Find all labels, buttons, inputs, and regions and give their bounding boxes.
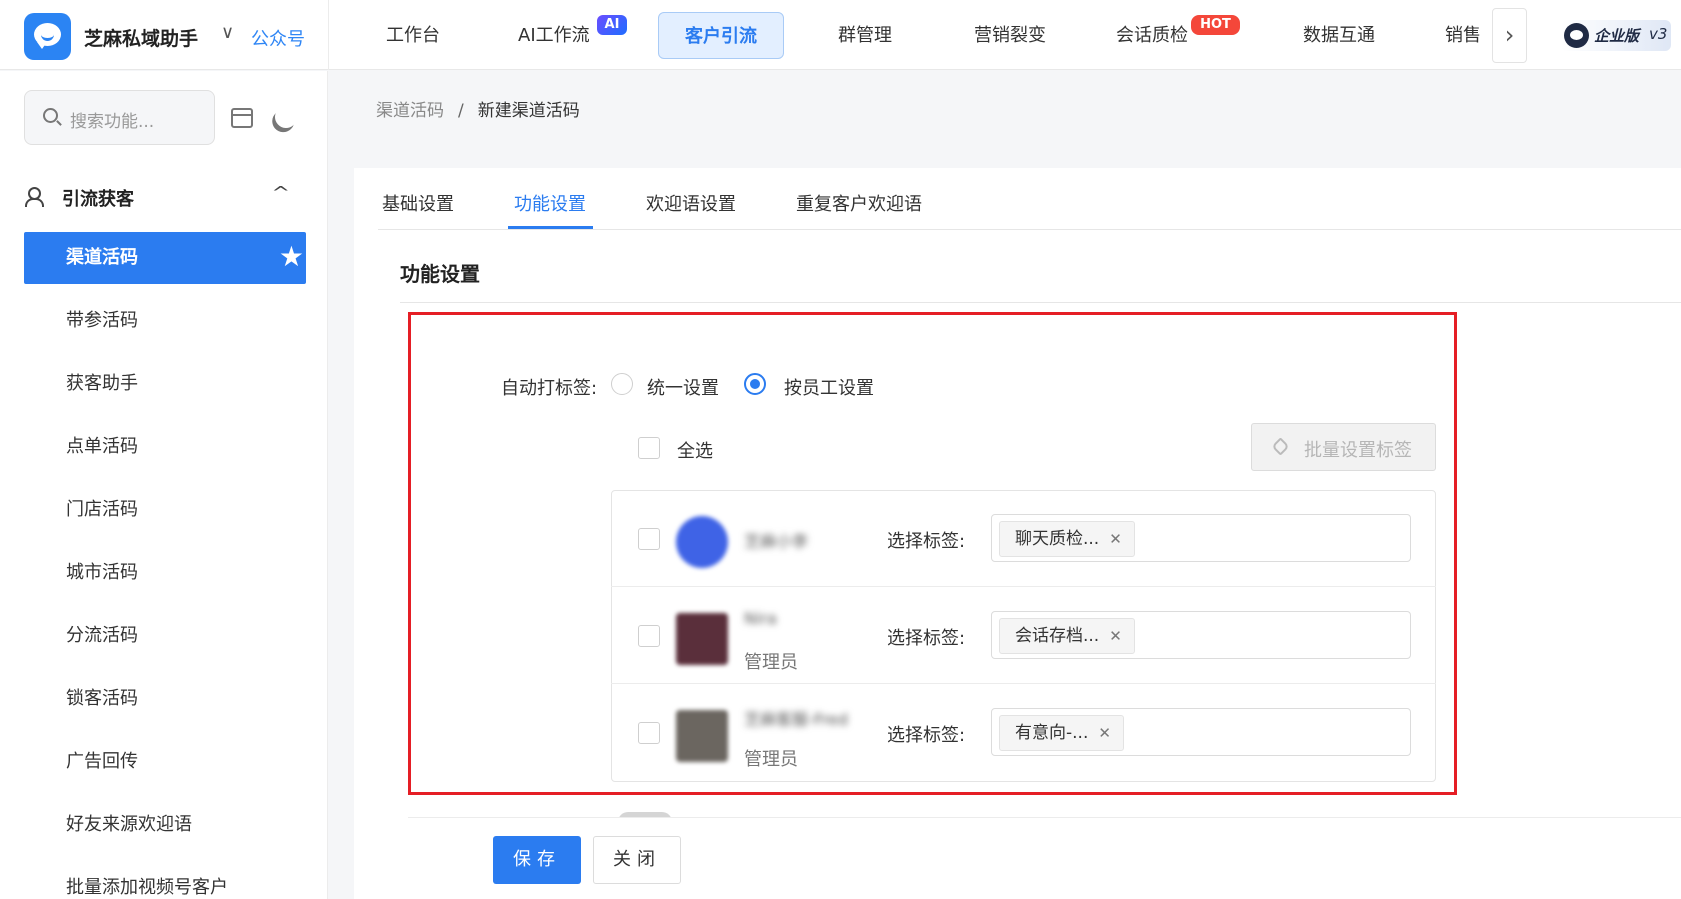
ai-badge: AI — [597, 15, 627, 35]
moon-icon[interactable] — [272, 103, 300, 131]
nav-item-session-qc[interactable]: 会话质检 — [1116, 12, 1188, 59]
sidebar-item-city-code[interactable]: 城市活码 — [24, 547, 306, 599]
chevron-right-icon[interactable]: › — [1492, 8, 1527, 63]
nav-item-group-management[interactable]: 群管理 — [838, 12, 892, 59]
account-type-switcher[interactable]: 公众号 — [251, 25, 305, 51]
nav-item-marketing-fission[interactable]: 营销裂变 — [974, 12, 1046, 59]
sidebar-item-label: 渠道活码 — [66, 247, 138, 268]
nav-item-customer-acquisition[interactable]: 客户引流 — [658, 12, 784, 59]
edition-badge[interactable]: 企业版 v3 — [1561, 20, 1671, 51]
tab-repeat-customer-welcome[interactable]: 重复客户欢迎语 — [796, 190, 922, 216]
sidebar-item-lock-code[interactable]: 锁客活码 — [24, 673, 306, 725]
user-add-icon — [24, 187, 44, 207]
breadcrumb-parent[interactable]: 渠道活码 — [376, 101, 444, 121]
tab-bar: 基础设置 功能设置 欢迎语设置 重复客户欢迎语 — [378, 184, 1681, 230]
active-tab-indicator — [508, 226, 593, 229]
search-placeholder: 搜索功能... — [70, 112, 155, 132]
tab-welcome-settings[interactable]: 欢迎语设置 — [646, 190, 736, 216]
edition-version: v3 — [1649, 25, 1668, 43]
highlight-frame — [408, 312, 1457, 795]
sidebar-item-source-welcome[interactable]: 好友来源欢迎语 — [24, 799, 306, 851]
sidebar-item-split-code[interactable]: 分流活码 — [24, 610, 306, 662]
nav-item-data-sync[interactable]: 数据互通 — [1303, 12, 1375, 59]
hot-badge: HOT — [1191, 15, 1240, 35]
close-button[interactable]: 关闭 — [593, 836, 681, 884]
app-logo — [24, 13, 71, 60]
section-title: 功能设置 — [400, 262, 480, 286]
edition-label: 企业版 — [1594, 27, 1640, 45]
nav-item-sales[interactable]: 销售 — [1445, 12, 1481, 59]
chevron-up-icon[interactable]: ^ — [271, 183, 290, 202]
edition-logo-icon — [1564, 23, 1589, 48]
nav-item-ai-workflow[interactable]: AI工作流 — [518, 12, 590, 59]
sidebar-item-ad-callback[interactable]: 广告回传 — [24, 736, 306, 788]
save-button[interactable]: 保存 — [493, 836, 581, 884]
sidebar-item-channel-code[interactable]: 渠道活码 ★ — [24, 232, 306, 284]
sidebar-item-batch-add-video-customers[interactable]: 批量添加视频号客户 — [24, 862, 306, 899]
window-download-icon[interactable] — [231, 108, 253, 128]
sidebar-item-param-code[interactable]: 带参活码 — [24, 295, 306, 347]
sidebar: 搜索功能... 引流获客 ^ 渠道活码 ★ 带参活码 获客助手 点单活码 门店活… — [0, 71, 328, 899]
tab-basic-settings[interactable]: 基础设置 — [382, 190, 454, 216]
nav-item-workbench[interactable]: 工作台 — [386, 12, 440, 59]
brand-area: 芝麻私域助手 ∨ 公众号 — [0, 0, 329, 70]
breadcrumb: 渠道活码 / 新建渠道活码 — [376, 96, 580, 121]
top-bar: 芝麻私域助手 ∨ 公众号 工作台 AI工作流 AI 客户引流 群管理 营销裂变 … — [0, 0, 1681, 70]
star-icon[interactable]: ★ — [279, 243, 304, 271]
sidebar-group-label: 引流获客 — [62, 189, 134, 210]
search-icon — [43, 108, 58, 123]
breadcrumb-separator: / — [458, 101, 464, 121]
tab-function-settings[interactable]: 功能设置 — [514, 190, 586, 216]
sidebar-item-order-code[interactable]: 点单活码 — [24, 421, 306, 473]
chevron-down-icon[interactable]: ∨ — [221, 22, 234, 43]
section-divider — [400, 302, 1681, 303]
sidebar-item-store-code[interactable]: 门店活码 — [24, 484, 306, 536]
search-input[interactable]: 搜索功能... — [24, 90, 215, 145]
breadcrumb-current: 新建渠道活码 — [477, 101, 580, 121]
sidebar-group-header[interactable]: 引流获客 ^ — [24, 183, 304, 213]
sidebar-item-acquisition-assistant[interactable]: 获客助手 — [24, 358, 306, 410]
brand-name: 芝麻私域助手 — [84, 28, 199, 50]
